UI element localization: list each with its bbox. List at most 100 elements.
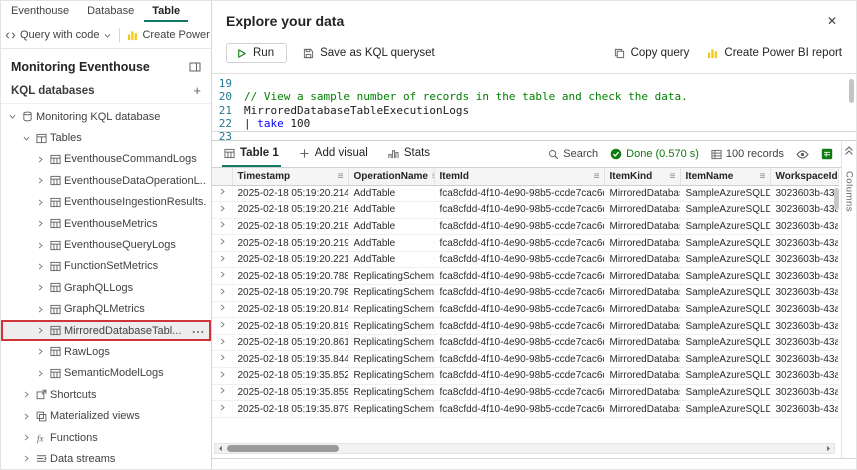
table-row[interactable]: 2025-02-18 05:19:20.8610ReplicatingSchem…: [212, 334, 838, 351]
sidebar-item-table[interactable]: EventhouseMetrics: [1, 213, 211, 234]
chevron-right-icon[interactable]: [36, 305, 45, 314]
table-row[interactable]: 2025-02-18 05:19:35.8790ReplicatingSchem…: [212, 401, 838, 418]
chevron-right-icon[interactable]: [22, 454, 31, 463]
row-expand-icon[interactable]: [212, 218, 232, 235]
editor-line[interactable]: 19: [212, 77, 856, 90]
row-expand-icon[interactable]: [212, 351, 232, 368]
create-power-bi-button[interactable]: Create Power BI: [127, 29, 211, 41]
column-header-workspaceid[interactable]: WorkspaceId≡: [770, 168, 838, 185]
chevron-right-icon[interactable]: [22, 390, 31, 399]
chevron-right-icon[interactable]: [36, 219, 45, 228]
editor-scrollbar[interactable]: [849, 79, 854, 103]
table-row[interactable]: 2025-02-18 05:19:20.2180AddTablefca8cfdd…: [212, 218, 838, 235]
sidebar-item-functions[interactable]: fxFunctions: [1, 427, 211, 448]
chevron-right-icon[interactable]: [36, 241, 45, 250]
table-row[interactable]: 2025-02-18 05:19:20.2190AddTablefca8cfdd…: [212, 235, 838, 252]
row-expand-icon[interactable]: [212, 334, 232, 351]
run-button[interactable]: Run: [226, 43, 287, 63]
column-header-operationname[interactable]: OperationName≡: [348, 168, 434, 185]
create-power-bi-report-button[interactable]: Create Power BI report: [707, 47, 842, 59]
column-menu-icon[interactable]: ≡: [338, 171, 344, 182]
column-menu-icon[interactable]: ≡: [670, 171, 676, 182]
chevron-right-icon[interactable]: [36, 262, 45, 271]
chevron-right-icon[interactable]: [36, 198, 45, 207]
scrollbar-thumb[interactable]: [227, 445, 339, 452]
column-header-itemid[interactable]: ItemId≡: [434, 168, 604, 185]
row-expand-icon[interactable]: [212, 384, 232, 401]
editor-line[interactable]: 21MirroredDatabaseTableExecutionLogs: [212, 104, 856, 117]
chevron-right-icon[interactable]: [36, 155, 45, 164]
sidebar-item-table[interactable]: GraphQLLogs: [1, 277, 211, 298]
search-button[interactable]: Search: [548, 148, 598, 160]
sidebar-item-materialized-views[interactable]: Materialized views: [1, 405, 211, 426]
table-row[interactable]: 2025-02-18 05:19:20.8140ReplicatingSchem…: [212, 301, 838, 318]
row-expand-icon[interactable]: [212, 285, 232, 302]
sidebar-item-table[interactable]: RawLogs: [1, 341, 211, 362]
grid-vertical-scrollbar[interactable]: [834, 188, 839, 210]
row-expand-icon[interactable]: [212, 318, 232, 335]
chevron-right-icon[interactable]: [22, 433, 31, 442]
more-options-icon[interactable]: [189, 325, 207, 337]
chevron-right-icon[interactable]: [36, 347, 45, 356]
row-expand-icon[interactable]: [212, 251, 232, 268]
excel-export-icon[interactable]: [821, 148, 833, 160]
eye-icon[interactable]: [796, 148, 809, 161]
row-expand-icon[interactable]: [212, 185, 232, 202]
row-expand-icon[interactable]: [212, 368, 232, 385]
save-kql-queryset-button[interactable]: Save as KQL queryset: [303, 47, 435, 59]
kql-query-editor[interactable]: 1920// View a sample number of records i…: [212, 73, 856, 140]
table-row[interactable]: 2025-02-18 05:19:20.7980ReplicatingSchem…: [212, 285, 838, 302]
chevron-right-icon[interactable]: [36, 283, 45, 292]
scroll-left-icon[interactable]: [215, 445, 226, 452]
sidebar-item-tables-folder[interactable]: Tables: [1, 127, 211, 148]
sidebar-item-data-streams[interactable]: Data streams: [1, 448, 211, 469]
column-menu-icon[interactable]: ≡: [594, 171, 600, 182]
columns-panel-tab[interactable]: Columns: [844, 171, 855, 212]
copy-query-button[interactable]: Copy query: [614, 47, 690, 59]
sidebar-tab-table[interactable]: Table: [144, 2, 188, 22]
chevron-down-icon[interactable]: [8, 112, 17, 121]
sidebar-item-table[interactable]: SemanticModelLogs: [1, 363, 211, 384]
row-expand-icon[interactable]: [212, 235, 232, 252]
grid-horizontal-scrollbar[interactable]: [214, 443, 835, 454]
results-tab-table-1[interactable]: Table 1: [222, 141, 281, 167]
results-tab-add-visual[interactable]: Add visual: [297, 141, 370, 167]
sidebar-item-table[interactable]: EventhouseIngestionResults...: [1, 192, 211, 213]
double-chevron-up-icon[interactable]: [844, 145, 854, 157]
sidebar-item-table[interactable]: GraphQLMetrics: [1, 299, 211, 320]
editor-line[interactable]: 20// View a sample number of records in …: [212, 90, 856, 103]
table-row[interactable]: 2025-02-18 05:19:20.2140AddTablefca8cfdd…: [212, 185, 838, 202]
query-with-code-button[interactable]: Query with code: [5, 29, 112, 41]
editor-line[interactable]: 22| take 100: [212, 117, 856, 130]
add-database-icon[interactable]: +: [193, 83, 201, 98]
chevron-down-icon[interactable]: [22, 134, 31, 143]
row-expand-icon[interactable]: [212, 301, 232, 318]
sidebar-item-kql-database[interactable]: Monitoring KQL database: [1, 106, 211, 127]
table-row[interactable]: 2025-02-18 05:19:20.2160AddTablefca8cfdd…: [212, 202, 838, 219]
row-expand-icon[interactable]: [212, 202, 232, 219]
column-menu-icon[interactable]: ≡: [760, 171, 766, 182]
table-row[interactable]: 2025-02-18 05:19:35.8590ReplicatingSchem…: [212, 384, 838, 401]
sidebar-tab-database[interactable]: Database: [79, 2, 142, 22]
chevron-right-icon[interactable]: [22, 412, 31, 421]
chevron-right-icon[interactable]: [36, 369, 45, 378]
column-header-timestamp[interactable]: Timestamp≡: [232, 168, 348, 185]
sidebar-item-table[interactable]: EventhouseCommandLogs: [1, 149, 211, 170]
table-row[interactable]: 2025-02-18 05:19:20.8190ReplicatingSchem…: [212, 318, 838, 335]
column-header-itemkind[interactable]: ItemKind≡: [604, 168, 680, 185]
close-icon[interactable]: ✕: [822, 12, 842, 30]
sidebar-item-table[interactable]: MirroredDatabaseTabl...: [1, 320, 211, 341]
scroll-right-icon[interactable]: [823, 445, 834, 452]
row-expand-icon[interactable]: [212, 401, 232, 418]
table-row[interactable]: 2025-02-18 05:19:35.8440ReplicatingSchem…: [212, 351, 838, 368]
column-menu-icon[interactable]: ≡: [432, 171, 434, 182]
sidebar-item-table[interactable]: EventhouseQueryLogs: [1, 234, 211, 255]
sidebar-item-table[interactable]: EventhouseDataOperationL...: [1, 170, 211, 191]
column-header-itemname[interactable]: ItemName≡: [680, 168, 770, 185]
table-row[interactable]: 2025-02-18 05:19:20.2210AddTablefca8cfdd…: [212, 251, 838, 268]
sidebar-item-shortcuts[interactable]: Shortcuts: [1, 384, 211, 405]
editor-splitter[interactable]: [212, 131, 856, 132]
sidebar-tab-eventhouse[interactable]: Eventhouse: [3, 2, 77, 22]
table-row[interactable]: 2025-02-18 05:19:20.7880ReplicatingSchem…: [212, 268, 838, 285]
row-expand-icon[interactable]: [212, 268, 232, 285]
